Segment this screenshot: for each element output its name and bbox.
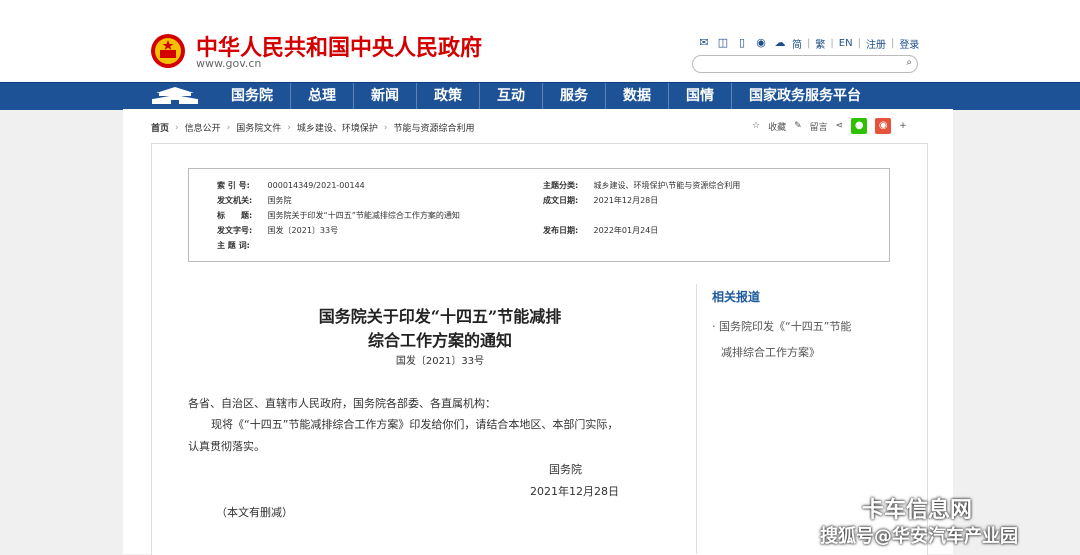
weibo-share-icon[interactable]: ◉: [875, 118, 892, 134]
meta-published-row: 发布日期: 2022年01月24日: [543, 225, 658, 236]
article-title-line1: 国务院关于印发“十四五”节能减排: [318, 307, 562, 326]
breadcrumb: 首页 › 信息公开 › 国务院文件 › 城乡建设、环境保护 › 节能与资源综合利…: [151, 121, 475, 135]
separator: |: [890, 37, 895, 49]
meta-value: 国务院关于印发“十四五”节能减排综合工作方案的通知: [267, 211, 460, 220]
nav-zhengwu-platform[interactable]: 国家政务服务平台: [731, 83, 878, 110]
breadcrumb-arrow-icon: ›: [383, 122, 388, 133]
meta-value: 国发〔2021〕33号: [267, 226, 339, 235]
meta-index-row: 索 引 号: 000014349/2021-00144: [217, 180, 365, 191]
article-doc-number: 国发〔2021〕33号: [395, 356, 485, 367]
traditional-link[interactable]: 繁: [815, 36, 825, 51]
article-note: （本文有删减）: [216, 506, 293, 519]
nav-shuju[interactable]: 数据: [605, 83, 668, 110]
rss-icon[interactable]: ◫: [716, 37, 730, 49]
wechat-icon[interactable]: ☁: [773, 37, 787, 49]
share-icon[interactable]: ⋖: [836, 121, 844, 131]
meta-label: 标 题:: [217, 211, 253, 220]
related-link[interactable]: · 国务院印发《“十四五”节能 减排综合工作方案》: [712, 314, 892, 366]
utility-links: ✉ ◫ ▯ ◉ ☁ 简 | 繁 | EN | 注册 | 登录: [697, 35, 919, 51]
meta-created-row: 成文日期: 2021年12月28日: [543, 195, 658, 206]
meta-label: 主题分类:: [543, 181, 579, 190]
english-link[interactable]: EN: [839, 38, 853, 49]
article-title-line2: 综合工作方案的通知: [367, 331, 512, 350]
site-header: 中华人民共和国中央人民政府 www.gov.cn ✉ ◫ ▯ ◉ ☁ 简 | 繁…: [0, 0, 1080, 82]
breadcrumb-arrow-icon: ›: [175, 122, 179, 133]
breadcrumb-arrow-icon: ›: [287, 122, 291, 133]
nav-guowuyuan[interactable]: 国务院: [214, 83, 290, 110]
mobile-icon[interactable]: ▯: [735, 37, 749, 49]
article-body-line2: 认真贯彻落实。: [188, 440, 265, 453]
nav-xinwen[interactable]: 新闻: [353, 83, 416, 110]
simplified-link[interactable]: 简: [792, 36, 802, 51]
meta-value: 国务院: [267, 196, 292, 205]
meta-value: 城乡建设、环境保护\节能与资源综合利用: [593, 181, 741, 190]
nav-zongli[interactable]: 总理: [290, 83, 353, 110]
meta-org-row: 发文机关: 国务院: [217, 195, 292, 206]
meta-title-row: 标 题: 国务院关于印发“十四五”节能减排综合工作方案的通知: [217, 210, 460, 221]
meta-label: 索 引 号:: [217, 181, 250, 190]
star-icon[interactable]: ☆: [752, 121, 760, 131]
related-heading: 相关报道: [712, 290, 761, 304]
mail-icon[interactable]: ✉: [697, 37, 711, 49]
separator: |: [807, 37, 811, 49]
search-icon[interactable]: ⌕: [906, 57, 912, 68]
national-emblem-icon: [151, 34, 185, 68]
breadcrumb-item[interactable]: 节能与资源综合利用: [394, 121, 475, 134]
watermark-line2: 搜狐号@华安汽车产业园: [820, 526, 1018, 547]
article-body-line1: 现将《“十四五”节能减排综合工作方案》印发给你们，请结合本地区、本部门实际，: [211, 418, 619, 431]
separator: |: [830, 37, 834, 49]
separator: |: [857, 37, 861, 49]
meta-label: 发布日期:: [543, 226, 579, 235]
login-link[interactable]: 登录: [899, 36, 919, 51]
site-url: www.gov.cn: [196, 57, 262, 70]
main-nav: 国务院 总理 新闻 政策 互动 服务 数据 国情 国家政务服务平台: [0, 82, 1080, 110]
breadcrumb-item[interactable]: 城乡建设、环境保护: [297, 121, 378, 134]
article-salutation: 各省、自治区、直辖市人民政府，国务院各部委、各直属机构：: [188, 397, 496, 410]
meta-label: 发文机关:: [217, 196, 253, 205]
breadcrumb-arrow-icon: ›: [226, 122, 231, 133]
favorite-button[interactable]: 收藏: [768, 120, 786, 133]
comment-button[interactable]: 留言: [810, 120, 828, 133]
article-date: 2021年12月28日: [530, 485, 619, 498]
watermark-line1: 卡车信息网: [862, 498, 973, 523]
meta-category-row: 主题分类: 城乡建设、环境保护\节能与资源综合利用: [543, 180, 740, 191]
meta-value: 2021年12月28日: [593, 196, 659, 205]
meta-value: 000014349/2021-00144: [267, 181, 365, 190]
nav-hudong[interactable]: 互动: [479, 83, 542, 110]
related-link-line1[interactable]: · 国务院印发《“十四五”节能: [712, 314, 892, 340]
breadcrumb-home[interactable]: 首页: [151, 121, 169, 134]
weibo-icon[interactable]: ◉: [754, 37, 768, 49]
meta-keywords-row: 主 题 词:: [217, 240, 265, 251]
wechat-share-icon[interactable]: ●: [851, 118, 868, 134]
nav-guoqing[interactable]: 国情: [668, 83, 731, 110]
pen-icon[interactable]: ✎: [794, 121, 802, 131]
search-input[interactable]: ⌕: [692, 55, 918, 73]
nav-fuwu[interactable]: 服务: [542, 83, 605, 110]
share-tools: ☆ 收藏 ✎ 留言 ⋖ ● ◉ +: [752, 118, 907, 134]
meta-value: 2022年01月24日: [593, 226, 659, 235]
sidebar-divider: [696, 284, 697, 554]
article-signature: 国务院: [549, 463, 582, 476]
related-link-line2[interactable]: 减排综合工作方案》: [712, 340, 892, 366]
meta-label: 主 题 词:: [217, 241, 250, 250]
meta-docnum-row: 发文字号: 国发〔2021〕33号: [217, 225, 338, 236]
nav-zhengce[interactable]: 政策: [416, 83, 479, 110]
breadcrumb-item[interactable]: 信息公开: [185, 121, 221, 134]
register-link[interactable]: 注册: [866, 36, 886, 51]
breadcrumb-item[interactable]: 国务院文件: [236, 121, 281, 134]
tiananmen-icon: [152, 87, 198, 104]
document-meta-table: 索 引 号: 000014349/2021-00144 发文机关: 国务院 标 …: [188, 168, 890, 262]
more-share-button[interactable]: +: [899, 121, 907, 131]
meta-label: 发文字号:: [217, 226, 253, 235]
meta-label: 成文日期:: [543, 196, 579, 205]
nav-items: 国务院 总理 新闻 政策 互动 服务 数据 国情 国家政务服务平台: [214, 83, 878, 110]
